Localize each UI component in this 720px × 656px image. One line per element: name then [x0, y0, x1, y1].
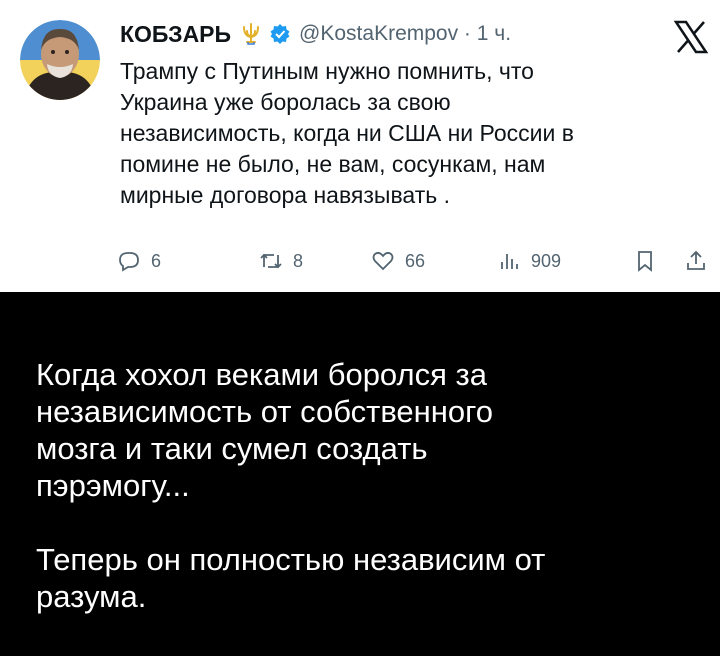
caption-line: независимость от собственного: [36, 394, 494, 429]
heart-icon: [372, 251, 394, 271]
trident-icon: [239, 22, 263, 46]
caption-line: пэрэмогу...: [36, 468, 190, 503]
share-button[interactable]: [684, 243, 718, 279]
bookmark-icon: [638, 251, 652, 272]
reply-icon: [119, 252, 139, 272]
retweet-button[interactable]: 8: [259, 243, 303, 279]
like-count: 66: [405, 250, 426, 271]
bookmark-button[interactable]: [633, 243, 667, 279]
like-button[interactable]: 66: [371, 243, 425, 279]
caption-line: Когда хохол веками боролся за: [36, 357, 487, 392]
x-logo-icon: [673, 19, 709, 55]
views-button[interactable]: 909: [497, 243, 561, 279]
views-count: 909: [531, 250, 562, 271]
retweet-count: 8: [293, 250, 304, 271]
author-name[interactable]: КОБЗАРЬ: [120, 21, 231, 48]
tweet-header: КОБЗАРЬ @KostaKrempov · 1 ч.: [120, 19, 511, 49]
tweet-actions: 6 8 66 909: [0, 243, 720, 279]
handle-and-time[interactable]: @KostaKrempov · 1 ч.: [299, 22, 511, 46]
punchline-line: Теперь он полностью независим от: [36, 542, 546, 577]
tweet-text-line: помине не было, не вам, сосункам, нам: [120, 151, 546, 177]
punchline-line: разума.: [36, 579, 147, 614]
tweet-text: Трампу с Путиным нужно помнить, что Укра…: [120, 56, 700, 211]
tweet-card[interactable]: КОБЗАРЬ @KostaKrempov · 1 ч. Трампу с Пу…: [0, 0, 720, 292]
tweet-text-line: мирные договора навязывать .: [120, 182, 451, 208]
meme-caption: Когда хохол веками боролся за независимо…: [36, 356, 676, 615]
avatar[interactable]: [20, 20, 100, 100]
views-icon: [501, 254, 518, 269]
tweet-text-line: независимость, когда ни США ни России в: [120, 120, 574, 146]
tweet-text-line: Украина уже боролась за свою: [120, 89, 451, 115]
retweet-icon: [260, 253, 282, 269]
verified-badge-icon: [269, 23, 291, 45]
tweet-text-line: Трампу с Путиным нужно помнить, что: [120, 58, 534, 84]
share-icon: [687, 250, 705, 270]
caption-line: мозга и таки сумел создать: [36, 431, 428, 466]
reply-button[interactable]: 6: [117, 243, 161, 279]
reply-count: 6: [151, 250, 162, 271]
